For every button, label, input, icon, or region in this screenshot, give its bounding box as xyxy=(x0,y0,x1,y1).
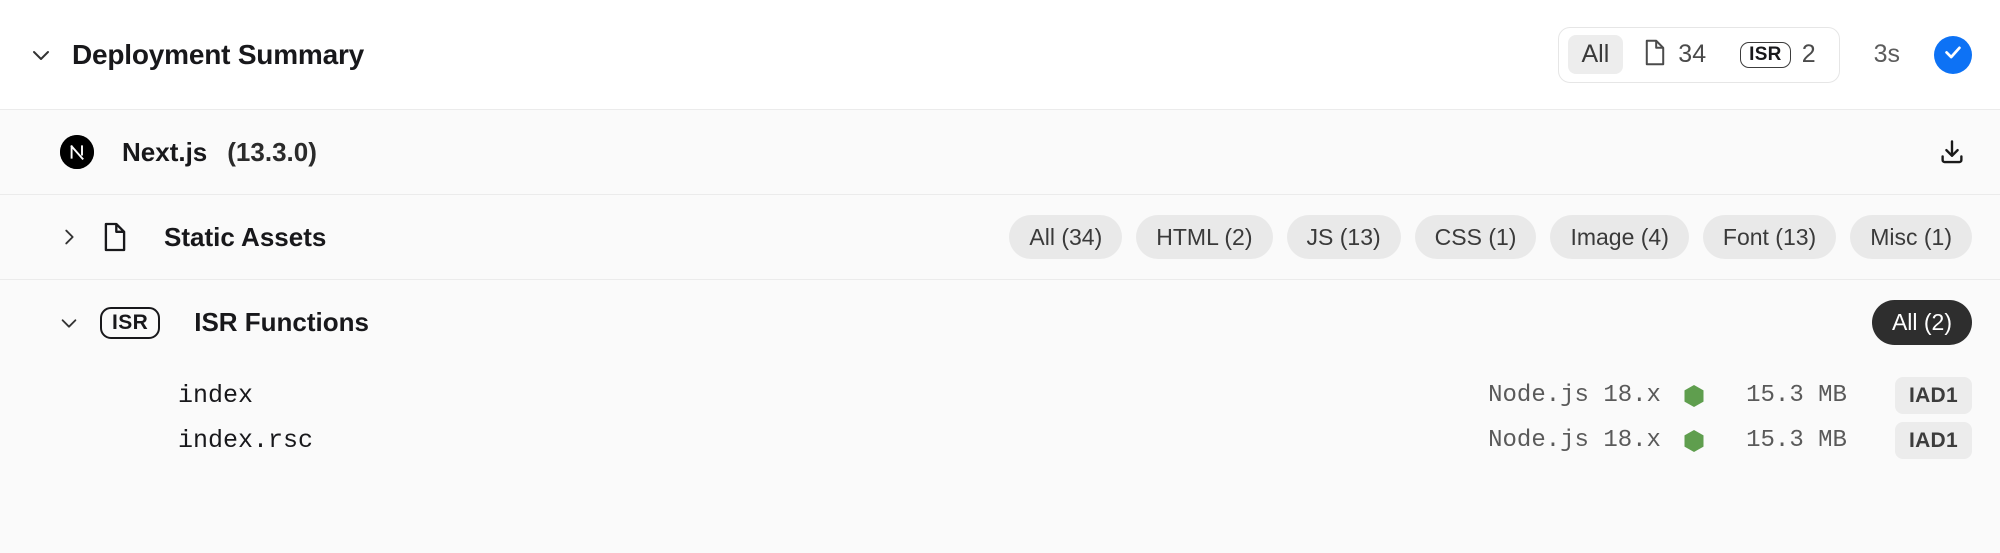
filter-isr-count: 2 xyxy=(1801,40,1816,68)
deployment-summary-panel: Deployment Summary All 34 ISR 2 3s Next.… xyxy=(0,0,2000,553)
section-isr-functions-toggle[interactable]: ISR ISR Functions xyxy=(56,306,369,339)
region-badge: IAD1 xyxy=(1894,376,1972,415)
chevron-down-icon[interactable] xyxy=(56,310,82,336)
pill-misc[interactable]: Misc (1) xyxy=(1850,214,1972,260)
table-row[interactable]: index Node.js 18.x 15.3 MB IAD1 xyxy=(0,373,2000,418)
pill-html[interactable]: HTML (2) xyxy=(1136,214,1273,260)
page-title: Deployment Summary xyxy=(72,38,365,70)
isr-badge-label: ISR xyxy=(100,306,161,339)
build-duration: 3s xyxy=(1873,40,1900,68)
function-runtime: Node.js 18.x xyxy=(1488,427,1661,454)
function-size: 15.3 MB xyxy=(1746,382,1847,409)
function-name: index xyxy=(178,381,254,410)
pill-image[interactable]: Image (4) xyxy=(1550,214,1689,260)
table-row[interactable]: index.rsc Node.js 18.x 15.3 MB IAD1 xyxy=(0,418,2000,463)
framework-version: (13.3.0) xyxy=(227,136,317,167)
section-title: Static Assets xyxy=(164,221,327,252)
filter-isr-button[interactable]: ISR 2 xyxy=(1726,35,1829,75)
isr-functions-filter-pills: All (2) xyxy=(1871,300,1972,345)
check-icon xyxy=(1942,41,1964,68)
section-static-assets[interactable]: Static Assets All (34) HTML (2) JS (13) … xyxy=(0,195,2000,280)
pill-js[interactable]: JS (13) xyxy=(1286,214,1401,260)
function-name: index.rsc xyxy=(178,426,314,455)
section-static-assets-toggle[interactable]: Static Assets xyxy=(56,222,326,253)
header-left-group[interactable]: Deployment Summary xyxy=(28,39,1558,71)
chevron-right-icon[interactable] xyxy=(56,224,82,250)
file-icon xyxy=(1643,39,1667,71)
pill-font[interactable]: Font (13) xyxy=(1702,214,1837,260)
isr-badge-icon: ISR xyxy=(1740,41,1791,68)
isr-function-list: index Node.js 18.x 15.3 MB IAD1 index.rs… xyxy=(0,365,2000,463)
nodejs-hexagon-icon xyxy=(1683,429,1705,453)
status-badge xyxy=(1934,35,1972,74)
chevron-down-icon[interactable] xyxy=(28,42,54,68)
function-meta: Node.js 18.x 15.3 MB IAD1 xyxy=(1488,376,1972,415)
framework-name: Next.js xyxy=(122,136,208,167)
download-icon[interactable] xyxy=(1932,132,1972,172)
function-runtime: Node.js 18.x xyxy=(1488,382,1661,409)
nodejs-hexagon-icon xyxy=(1683,384,1705,408)
filter-static-count: 34 xyxy=(1678,40,1707,68)
region-badge: IAD1 xyxy=(1894,421,1972,460)
pill-all[interactable]: All (2) xyxy=(1871,300,1972,345)
header-right-group: All 34 ISR 2 3s xyxy=(1557,26,1972,83)
static-assets-filter-pills: All (34) HTML (2) JS (13) CSS (1) Image … xyxy=(1009,214,1972,260)
isr-badge-icon: ISR xyxy=(100,306,161,339)
filter-all-button[interactable]: All xyxy=(1567,35,1624,74)
filter-all-label: All xyxy=(1581,40,1610,68)
nextjs-logo-icon xyxy=(60,135,94,169)
file-icon xyxy=(100,222,130,252)
filter-static-assets-button[interactable]: 34 xyxy=(1629,32,1720,78)
section-isr-functions[interactable]: ISR ISR Functions All (2) xyxy=(0,280,2000,365)
function-size: 15.3 MB xyxy=(1746,427,1847,454)
pill-css[interactable]: CSS (1) xyxy=(1414,214,1537,260)
summary-filter-group[interactable]: All 34 ISR 2 xyxy=(1557,26,1840,83)
deployment-summary-header: Deployment Summary All 34 ISR 2 3s xyxy=(0,0,2000,110)
pill-all[interactable]: All (34) xyxy=(1009,214,1123,260)
framework-row: Next.js (13.3.0) xyxy=(0,110,2000,195)
section-title: ISR Functions xyxy=(194,307,369,337)
function-meta: Node.js 18.x 15.3 MB IAD1 xyxy=(1488,421,1972,460)
